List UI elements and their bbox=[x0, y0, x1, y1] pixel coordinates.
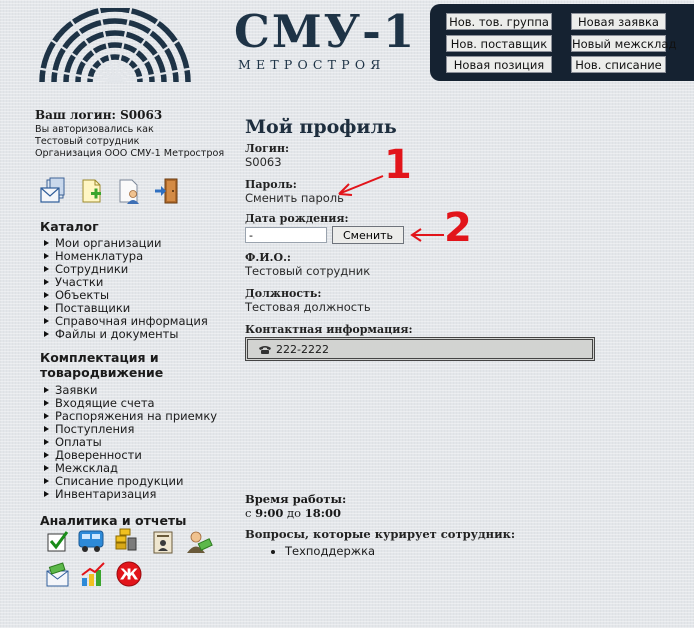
supply-title-line1: Комплектация и bbox=[40, 350, 159, 365]
fio-field-label: Ф.И.О.: bbox=[245, 251, 291, 264]
new-request-button[interactable]: Новая заявка bbox=[571, 13, 666, 30]
questions-label: Вопросы, которые курирует сотрудник: bbox=[245, 527, 516, 541]
organization-name: ООО СМУ-1 Метростроя bbox=[104, 148, 225, 159]
login-info: Ваш логин: S0063 bbox=[35, 108, 235, 122]
login-field-label: Логин: bbox=[245, 142, 290, 155]
brand-name: СМУ-1 bbox=[234, 5, 417, 58]
sidebar: Ваш логин: S0063 Вы авторизовались как Т… bbox=[35, 108, 235, 528]
hours-to-word: до bbox=[287, 506, 302, 520]
contacts-box: 222-2222 bbox=[245, 337, 595, 361]
stop-icon[interactable]: Ж bbox=[115, 560, 143, 588]
truck-icon[interactable] bbox=[77, 526, 105, 554]
login-field-value: S0063 bbox=[245, 155, 282, 169]
annotation-arrow-2 bbox=[410, 228, 444, 242]
mail-icon[interactable] bbox=[39, 177, 67, 205]
hours-to: 18:00 bbox=[304, 506, 341, 520]
exit-door-icon[interactable] bbox=[153, 177, 181, 205]
catalog-section-title: Каталог bbox=[40, 219, 99, 234]
questions-item-techsupport[interactable]: Техподдержка bbox=[285, 544, 375, 558]
auth-text: Вы авторизовались как bbox=[35, 124, 154, 135]
work-hours-label: Время работы: bbox=[245, 492, 347, 506]
brand-subtitle: МЕТРОСТРОЯ bbox=[238, 57, 386, 72]
catalog-item-files-documents[interactable]: Файлы и документы bbox=[44, 328, 235, 341]
work-hours-value: с 9:00 до 18:00 bbox=[245, 506, 346, 520]
user-money-icon[interactable] bbox=[185, 528, 213, 556]
new-writeoff-button[interactable]: Нов. списание bbox=[571, 56, 666, 73]
annotation-number-2: 2 bbox=[444, 205, 472, 251]
change-password-link[interactable]: Сменить пароль bbox=[245, 191, 685, 205]
new-interwarehouse-button[interactable]: Новый межсклад bbox=[571, 35, 676, 52]
company-logo-arc bbox=[38, 8, 192, 84]
contacts-field-label: Контактная информация: bbox=[245, 323, 413, 336]
new-supplier-button[interactable]: Нов. поставщик bbox=[446, 35, 552, 52]
supply-title-line2: товародвижение bbox=[40, 365, 164, 380]
brand-logo: СМУ-1 МЕТРОСТРОЯ bbox=[234, 6, 416, 72]
new-document-icon[interactable] bbox=[77, 177, 105, 205]
supply-section-title: Комплектация и товародвижение bbox=[40, 350, 235, 380]
certificate-icon[interactable] bbox=[150, 528, 178, 556]
user-name: Тестовый сотрудник bbox=[35, 136, 140, 147]
supply-item-inventory[interactable]: Инвентаризация bbox=[44, 488, 235, 501]
page-title: Мой профиль bbox=[245, 116, 397, 138]
phone-icon bbox=[259, 345, 271, 354]
questions-list: Техподдержка bbox=[245, 544, 375, 558]
hours-from: 9:00 bbox=[255, 506, 284, 520]
position-field-value: Тестовая должность bbox=[245, 300, 371, 314]
position-field-label: Должность: bbox=[245, 287, 322, 300]
supply-menu: Заявки Входящие счета Распоряжения на пр… bbox=[35, 384, 235, 501]
work-hours: Время работы: с 9:00 до 18:00 bbox=[245, 492, 346, 520]
login-value: S0063 bbox=[120, 108, 163, 122]
catalog-menu: Мои организации Номенклатура Сотрудники … bbox=[35, 237, 235, 341]
organization-line: Организация ООО СМУ-1 Метростроя bbox=[35, 148, 235, 160]
change-birthdate-button[interactable]: Сменить bbox=[332, 226, 404, 244]
growth-chart-icon[interactable] bbox=[79, 560, 107, 588]
quick-actions-panel: Нов. тов. группа Новая заявка Нов. поста… bbox=[430, 4, 694, 81]
fio-field-value: Тестовый сотрудник bbox=[245, 264, 371, 278]
svg-text:Ж: Ж bbox=[120, 566, 139, 584]
hours-from-word: с bbox=[245, 506, 252, 520]
birthdate-input[interactable] bbox=[245, 227, 327, 243]
new-item-button[interactable]: Новая позиция bbox=[446, 56, 552, 73]
organization-label: Организация bbox=[35, 148, 102, 159]
password-field-label: Пароль: bbox=[245, 178, 297, 191]
checkbox-report-icon[interactable] bbox=[44, 528, 72, 556]
user-profile-icon[interactable] bbox=[115, 177, 143, 205]
mail-money-icon[interactable] bbox=[44, 562, 72, 590]
phone-number: 222-2222 bbox=[276, 342, 329, 356]
user-toolbar bbox=[39, 177, 235, 205]
new-product-group-button[interactable]: Нов. тов. группа bbox=[446, 13, 552, 30]
warehouse-icon[interactable] bbox=[112, 526, 140, 554]
login-label: Ваш логин: bbox=[35, 108, 116, 122]
annotation-number-1: 1 bbox=[384, 142, 412, 188]
